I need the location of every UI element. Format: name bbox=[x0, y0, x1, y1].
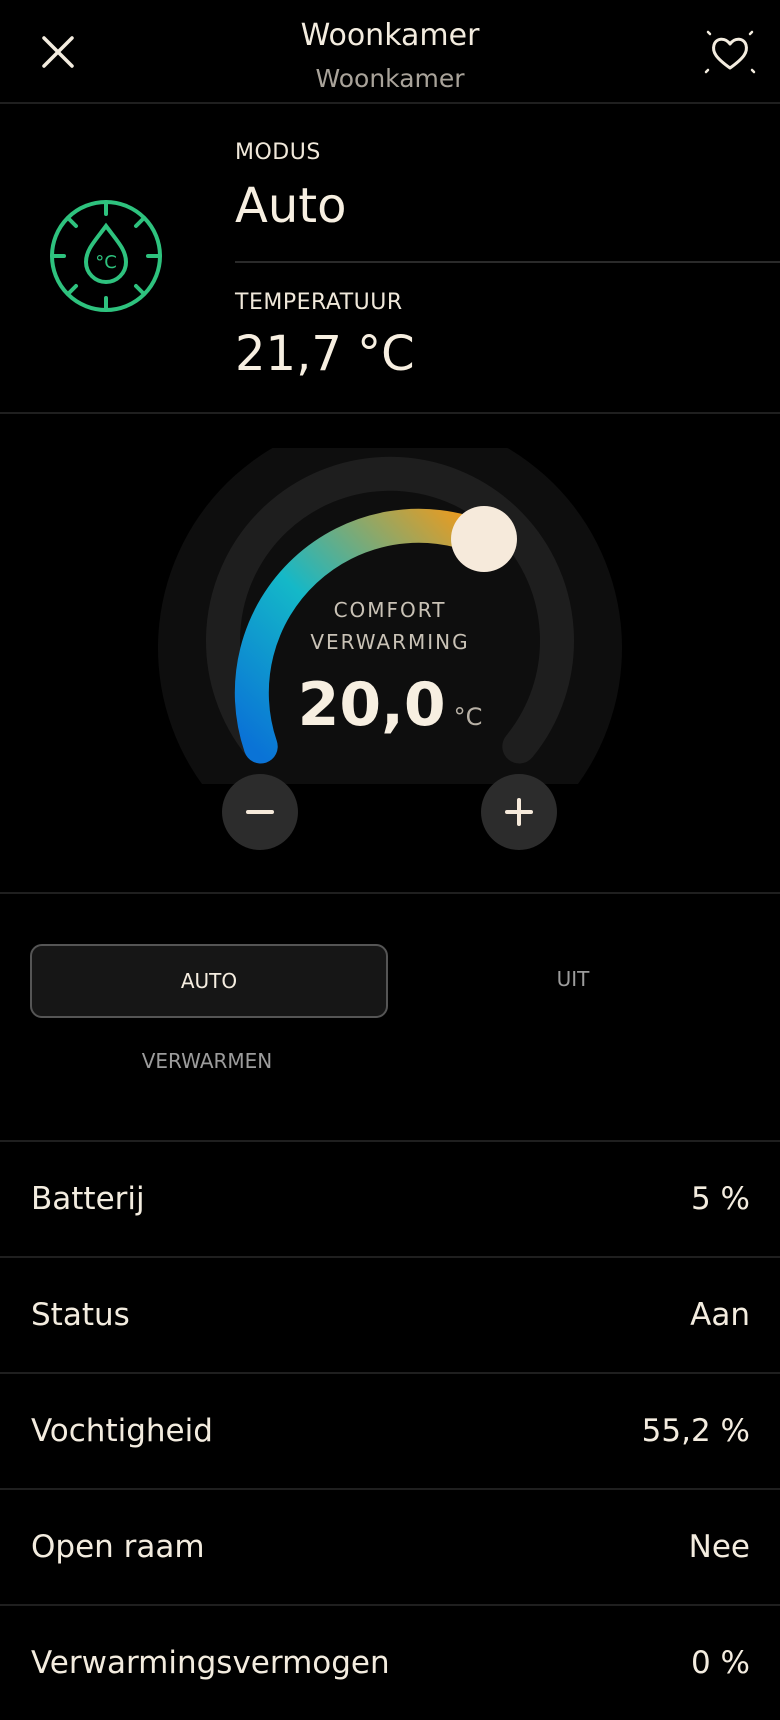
row-label: Open raam bbox=[31, 1529, 205, 1565]
decrease-button[interactable] bbox=[222, 774, 298, 850]
setpoint-unit: °C bbox=[453, 703, 483, 731]
increase-button[interactable] bbox=[481, 774, 557, 850]
row-label: Vochtigheid bbox=[31, 1413, 213, 1449]
temperature-label: TEMPERATUUR bbox=[235, 290, 403, 315]
setpoint-value: 20,0 bbox=[297, 670, 446, 740]
divider bbox=[235, 261, 780, 263]
row-label: Batterij bbox=[31, 1181, 145, 1217]
detail-row-humidity: Vochtigheid 55,2 % bbox=[0, 1374, 780, 1490]
dial-mode-line2: VERWARMING bbox=[310, 630, 470, 654]
temperature-value: 21,7 °C bbox=[235, 326, 415, 382]
favorite-button[interactable] bbox=[700, 24, 760, 80]
row-label: Verwarmingsvermogen bbox=[31, 1645, 390, 1681]
row-value: Nee bbox=[688, 1529, 750, 1565]
row-value: 5 % bbox=[690, 1181, 750, 1217]
row-label: Status bbox=[31, 1297, 130, 1333]
thermostat-dial-section: COMFORT VERWARMING 20,0 °C bbox=[0, 414, 780, 894]
detail-row-battery: Batterij 5 % bbox=[0, 1142, 780, 1258]
status-panel: °C MODUS Auto TEMPERATUUR 21,7 °C bbox=[0, 104, 780, 414]
thermostat-droplet-icon: °C bbox=[50, 200, 162, 312]
detail-row-heating-power: Verwarmingsvermogen 0 % bbox=[0, 1606, 780, 1720]
mode-selector: AUTO UIT VERWARMEN bbox=[0, 894, 780, 1142]
setpoint-display: 20,0 °C bbox=[0, 670, 780, 740]
row-value: Aan bbox=[690, 1297, 750, 1333]
mode-value: Auto bbox=[235, 178, 347, 234]
dial-mode-line1: COMFORT bbox=[333, 598, 447, 622]
page-title: Woonkamer bbox=[300, 18, 480, 53]
row-value: 55,2 % bbox=[641, 1413, 750, 1449]
row-value: 0 % bbox=[690, 1645, 750, 1681]
dial-knob[interactable] bbox=[451, 506, 517, 572]
mode-icon-text: °C bbox=[95, 252, 117, 273]
heart-sparkle-icon bbox=[704, 30, 756, 74]
mode-heat-button[interactable]: VERWARMEN bbox=[30, 1026, 384, 1096]
detail-row-status: Status Aan bbox=[0, 1258, 780, 1374]
mode-off-button[interactable]: UIT bbox=[396, 944, 750, 1014]
mode-auto-button[interactable]: AUTO bbox=[30, 944, 388, 1018]
mode-label: MODUS bbox=[235, 140, 321, 165]
page-subtitle: Woonkamer bbox=[315, 64, 465, 93]
detail-row-open-window: Open raam Nee bbox=[0, 1490, 780, 1606]
plus-icon bbox=[505, 798, 533, 826]
minus-icon bbox=[246, 810, 274, 814]
header: Woonkamer Woonkamer bbox=[0, 0, 780, 104]
